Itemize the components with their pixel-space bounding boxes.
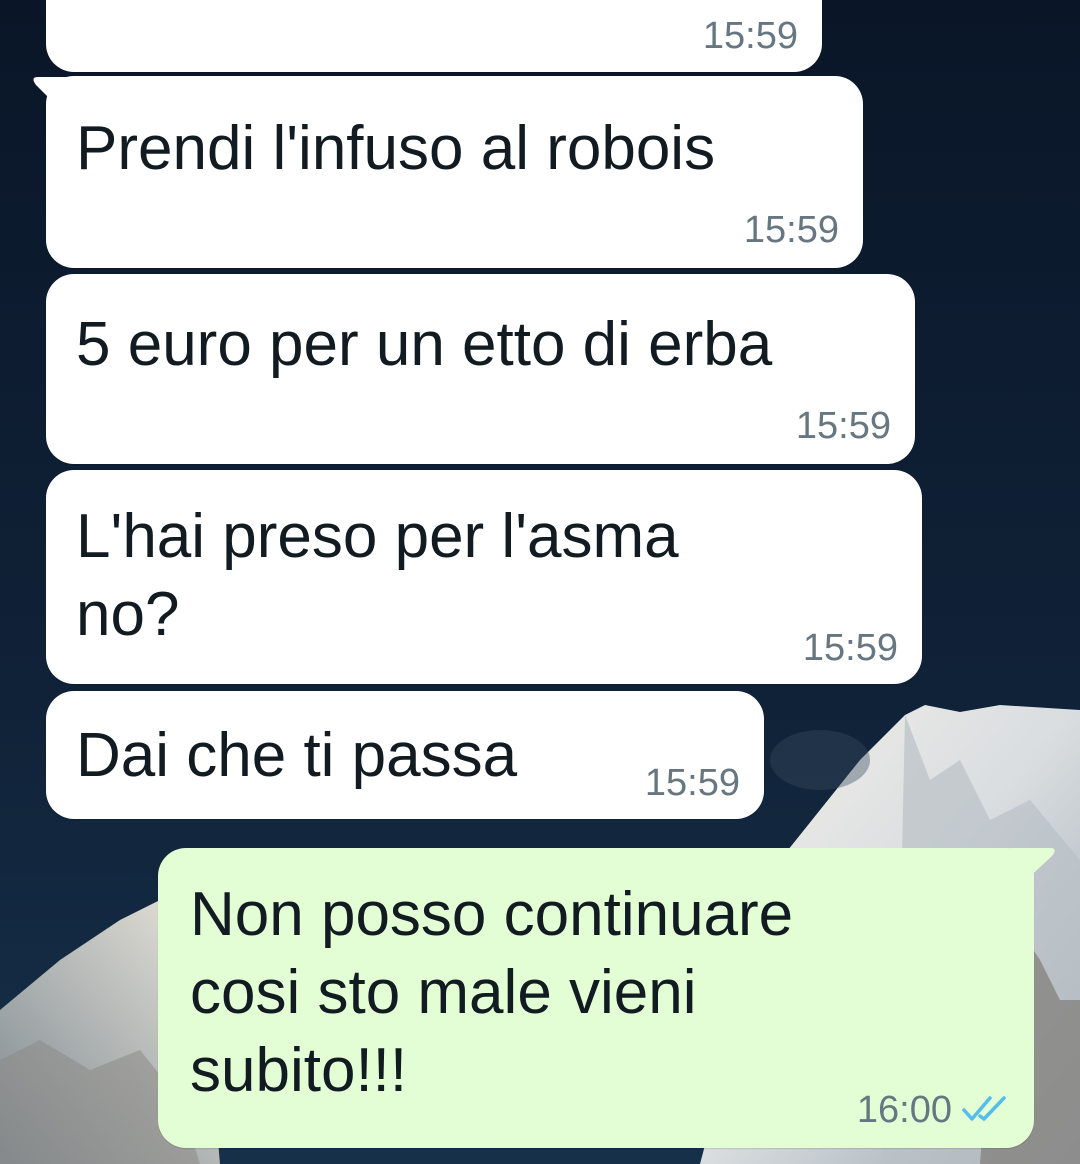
message-timestamp: 15:59 [743,209,839,251]
message-timestamp: 15:59 [644,762,740,804]
message-timestamp: 15:59 [702,15,798,57]
double-check-icon [962,1096,1006,1121]
message-timestamp: 16:00 [856,1089,952,1131]
incoming-message-bubble[interactable]: 15:59 [46,0,822,72]
message-text: 5 euro per un etto di erba [76,310,773,379]
message-text: Non posso continuare cosi sto male vieni… [190,880,794,1105]
incoming-message-bubble[interactable]: Prendi l'infuso al robois 15:59 [46,76,863,268]
outgoing-message-bubble[interactable]: Non posso continuare cosi sto male vieni… [158,848,1034,1148]
message-timestamp: 15:59 [802,627,898,669]
message-text: Prendi l'infuso al robois [76,114,716,183]
incoming-message-bubble[interactable]: Dai che ti passa 15:59 [46,691,764,819]
message-text: L'hai preso per l'asma no? [76,502,679,649]
incoming-message-bubble[interactable]: 5 euro per un etto di erba 15:59 [46,274,915,464]
incoming-message-bubble[interactable]: L'hai preso per l'asma no? 15:59 [46,470,922,684]
message-timestamp: 15:59 [795,405,891,447]
message-text: Dai che ti passa [76,721,518,790]
